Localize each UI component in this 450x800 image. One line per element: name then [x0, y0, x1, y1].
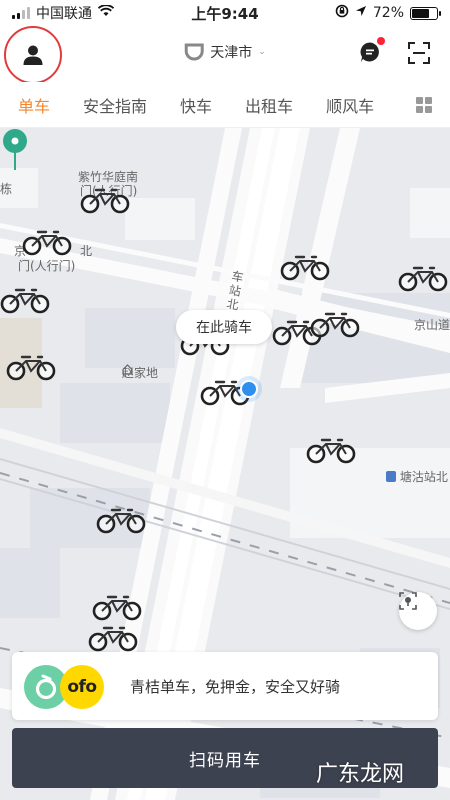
bike-icon[interactable]	[92, 593, 142, 621]
location-pin-icon	[3, 129, 27, 170]
location-arrow-icon	[355, 5, 367, 21]
wifi-icon	[97, 4, 115, 21]
poi-label: 赵家地	[122, 364, 158, 381]
bike-icon[interactable]	[22, 228, 72, 256]
bike-icon[interactable]	[96, 506, 146, 534]
bike-icon[interactable]	[280, 253, 330, 281]
chevron-down-icon: ⌄	[258, 47, 266, 57]
poi-text: 塘沽站北	[399, 470, 448, 484]
bike-icon[interactable]	[0, 286, 50, 314]
tab-express[interactable]: 快车	[180, 93, 212, 117]
watermark-text: 广东龙网	[316, 762, 405, 787]
service-tabs: 单车 安全指南 快车 出租车 顺风车	[0, 82, 450, 128]
notification-dot	[377, 37, 385, 45]
user-location-dot	[240, 380, 258, 398]
clock: 上午9:44	[191, 4, 259, 23]
poi-label: 栋	[0, 182, 13, 196]
person-icon	[23, 45, 43, 65]
tab-taxi[interactable]: 出租车	[245, 93, 293, 117]
battery-icon	[410, 6, 441, 20]
ofo-logo: ofo	[60, 665, 104, 709]
app-header: 天津市 ⌄	[0, 26, 450, 84]
tab-safety-guide[interactable]: 安全指南	[83, 93, 147, 117]
status-bar: 中国联通 上午9:44 72%	[0, 0, 450, 26]
city-label: 天津市	[210, 45, 253, 61]
carrier-label: 中国联通	[36, 6, 92, 22]
battery-percent: 72%	[372, 5, 404, 21]
scan-button[interactable]	[408, 42, 430, 64]
recenter-icon	[399, 592, 417, 610]
locate-me-button[interactable]	[399, 592, 437, 630]
ride-here-bubble: 在此骑车	[176, 310, 272, 344]
bike-icon[interactable]	[310, 310, 360, 338]
promo-banner[interactable]: ofo 青桔单车，免押金，安全又好骑	[12, 652, 438, 720]
didi-logo-icon	[184, 43, 204, 61]
profile-button[interactable]	[4, 26, 62, 84]
poi-label: 门(人行门)	[18, 259, 76, 273]
more-services-icon[interactable]	[416, 97, 432, 113]
bike-icon[interactable]	[6, 353, 56, 381]
bus-stop-icon	[386, 471, 396, 482]
promo-text: 青桔单车，免押金，安全又好骑	[130, 677, 341, 696]
brand-logos: ofo	[24, 661, 116, 711]
city-selector[interactable]: 天津市 ⌄	[184, 42, 266, 62]
bike-icon[interactable]	[88, 624, 138, 652]
scan-frame-icon	[408, 42, 430, 64]
bike-icon[interactable]	[398, 264, 448, 292]
home-icon	[122, 364, 133, 375]
tab-bike[interactable]: 单车	[18, 93, 50, 117]
poi-label: 京山道	[414, 318, 450, 332]
rotation-lock-icon	[335, 4, 349, 22]
bike-icon[interactable]	[80, 186, 130, 214]
bike-icon[interactable]	[306, 436, 356, 464]
signal-icon	[12, 7, 30, 19]
poi-label: 北	[80, 244, 93, 258]
poi-label: 塘沽站北	[386, 468, 448, 485]
message-button[interactable]	[358, 37, 385, 64]
tab-carpool[interactable]: 顺风车	[326, 93, 374, 117]
